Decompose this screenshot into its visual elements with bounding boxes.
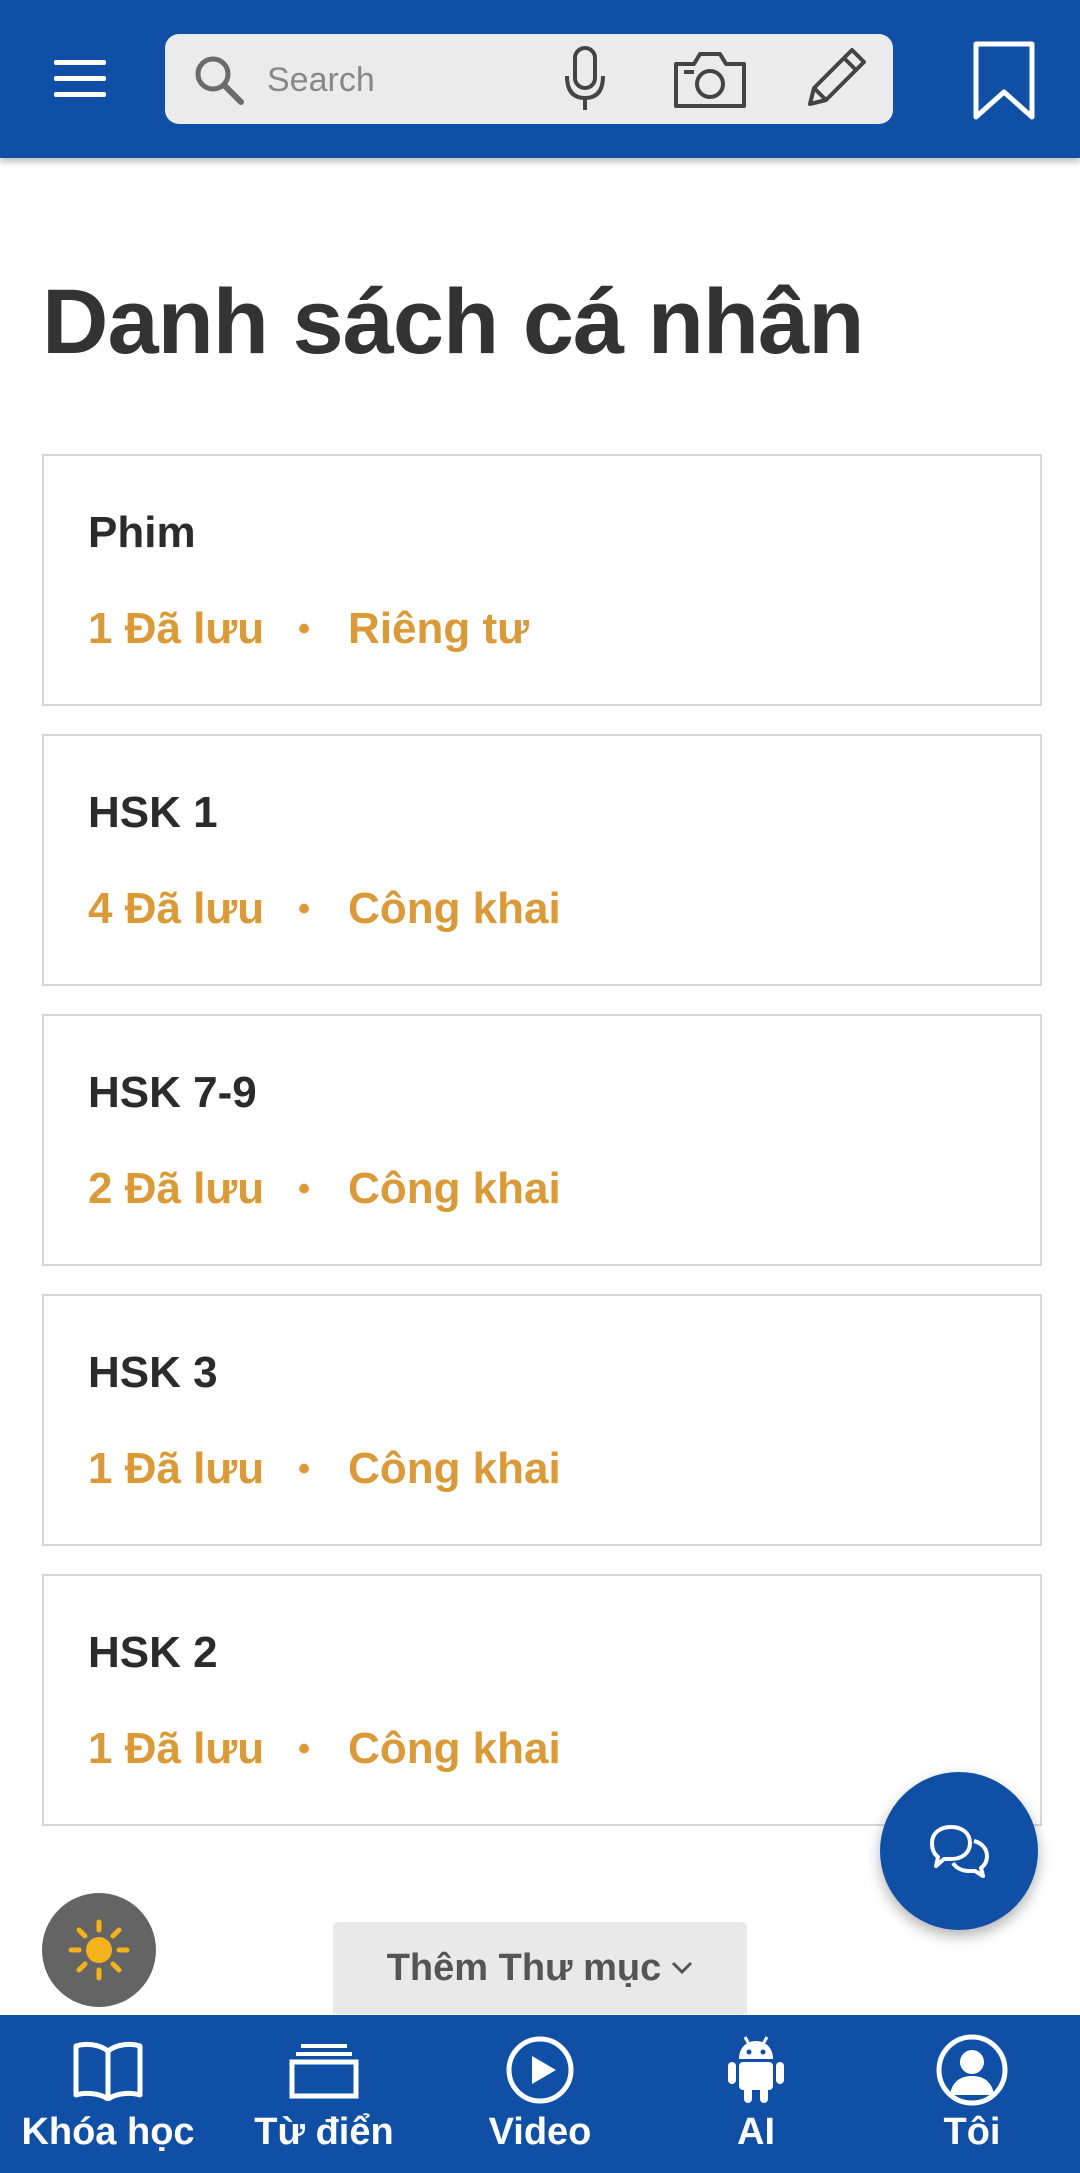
nav-item-courses[interactable]: Khóa học <box>0 2015 216 2173</box>
theme-toggle-button[interactable] <box>42 1893 156 2007</box>
saved-count: 4 Đã lưu <box>88 884 265 933</box>
list-card[interactable]: Phim 1 Đã lưu • Riêng tư <box>42 454 1042 706</box>
list-card-meta: 1 Đã lưu • Riêng tư <box>88 604 529 654</box>
play-icon <box>503 2035 577 2105</box>
microphone-icon[interactable] <box>545 42 625 116</box>
bottom-navigation: Khóa học Từ điển Video AI Tôi <box>0 2015 1080 2173</box>
sun-icon <box>68 1919 130 1981</box>
separator-dot: • <box>298 889 311 928</box>
nav-item-ai[interactable]: AI <box>648 2015 864 2173</box>
nav-label: AI <box>737 2111 775 2153</box>
saved-count: 1 Đã lưu <box>88 1444 265 1493</box>
list-card-meta: 2 Đã lưu • Công khai <box>88 1164 561 1214</box>
nav-item-profile[interactable]: Tôi <box>864 2015 1080 2173</box>
list-card-name: HSK 7-9 <box>88 1068 257 1117</box>
cards-icon <box>287 2035 361 2105</box>
nav-item-dictionary[interactable]: Từ điển <box>216 2015 432 2173</box>
separator-dot: • <box>298 1169 311 1208</box>
top-app-bar <box>0 0 1080 158</box>
search-bar <box>165 34 893 124</box>
list-card-name: Phim <box>88 508 196 557</box>
list-card[interactable]: HSK 2 1 Đã lưu • Công khai <box>42 1574 1042 1826</box>
hamburger-menu-icon[interactable] <box>48 52 112 108</box>
bookmark-icon[interactable] <box>964 36 1044 126</box>
android-icon <box>719 2035 793 2105</box>
user-icon <box>935 2034 1009 2106</box>
list-card-meta: 1 Đã lưu • Công khai <box>88 1724 561 1774</box>
nav-item-video[interactable]: Video <box>432 2015 648 2173</box>
list-card-name: HSK 2 <box>88 1628 218 1677</box>
nav-label: Khóa học <box>21 2111 195 2153</box>
chat-button[interactable] <box>880 1772 1038 1930</box>
separator-dot: • <box>298 609 311 648</box>
separator-dot: • <box>298 1449 311 1488</box>
list-card[interactable]: HSK 7-9 2 Đã lưu • Công khai <box>42 1014 1042 1266</box>
saved-count: 1 Đã lưu <box>88 1724 265 1773</box>
add-folder-button[interactable]: Thêm Thư mục <box>333 1922 747 2014</box>
visibility-status: Riêng tư <box>348 604 530 653</box>
saved-count: 1 Đã lưu <box>88 604 265 653</box>
chevron-down-icon <box>672 1961 693 1975</box>
saved-count: 2 Đã lưu <box>88 1164 265 1213</box>
camera-icon[interactable] <box>670 42 750 116</box>
list-card-meta: 1 Đã lưu • Công khai <box>88 1444 561 1494</box>
visibility-status: Công khai <box>348 884 561 933</box>
list-card-name: HSK 1 <box>88 788 218 837</box>
book-icon <box>71 2035 145 2105</box>
nav-label: Từ điển <box>254 2111 394 2153</box>
list-card[interactable]: HSK 1 4 Đã lưu • Công khai <box>42 734 1042 986</box>
list-card-name: HSK 3 <box>88 1348 218 1397</box>
add-folder-label: Thêm Thư mục <box>386 1946 662 1989</box>
list-card[interactable]: HSK 3 1 Đã lưu • Công khai <box>42 1294 1042 1546</box>
separator-dot: • <box>298 1729 311 1768</box>
personal-list: Phim 1 Đã lưu • Riêng tư HSK 1 4 Đã lưu … <box>42 454 1042 1854</box>
pencil-icon[interactable] <box>795 42 875 116</box>
visibility-status: Công khai <box>348 1164 561 1213</box>
search-icon[interactable] <box>191 52 247 108</box>
nav-label: Tôi <box>943 2111 1001 2153</box>
chat-bubbles-icon <box>930 1825 989 1878</box>
visibility-status: Công khai <box>348 1724 561 1773</box>
list-card-meta: 4 Đã lưu • Công khai <box>88 884 561 934</box>
visibility-status: Công khai <box>348 1444 561 1493</box>
page-title: Danh sách cá nhân <box>42 271 864 373</box>
nav-label: Video <box>488 2111 592 2153</box>
